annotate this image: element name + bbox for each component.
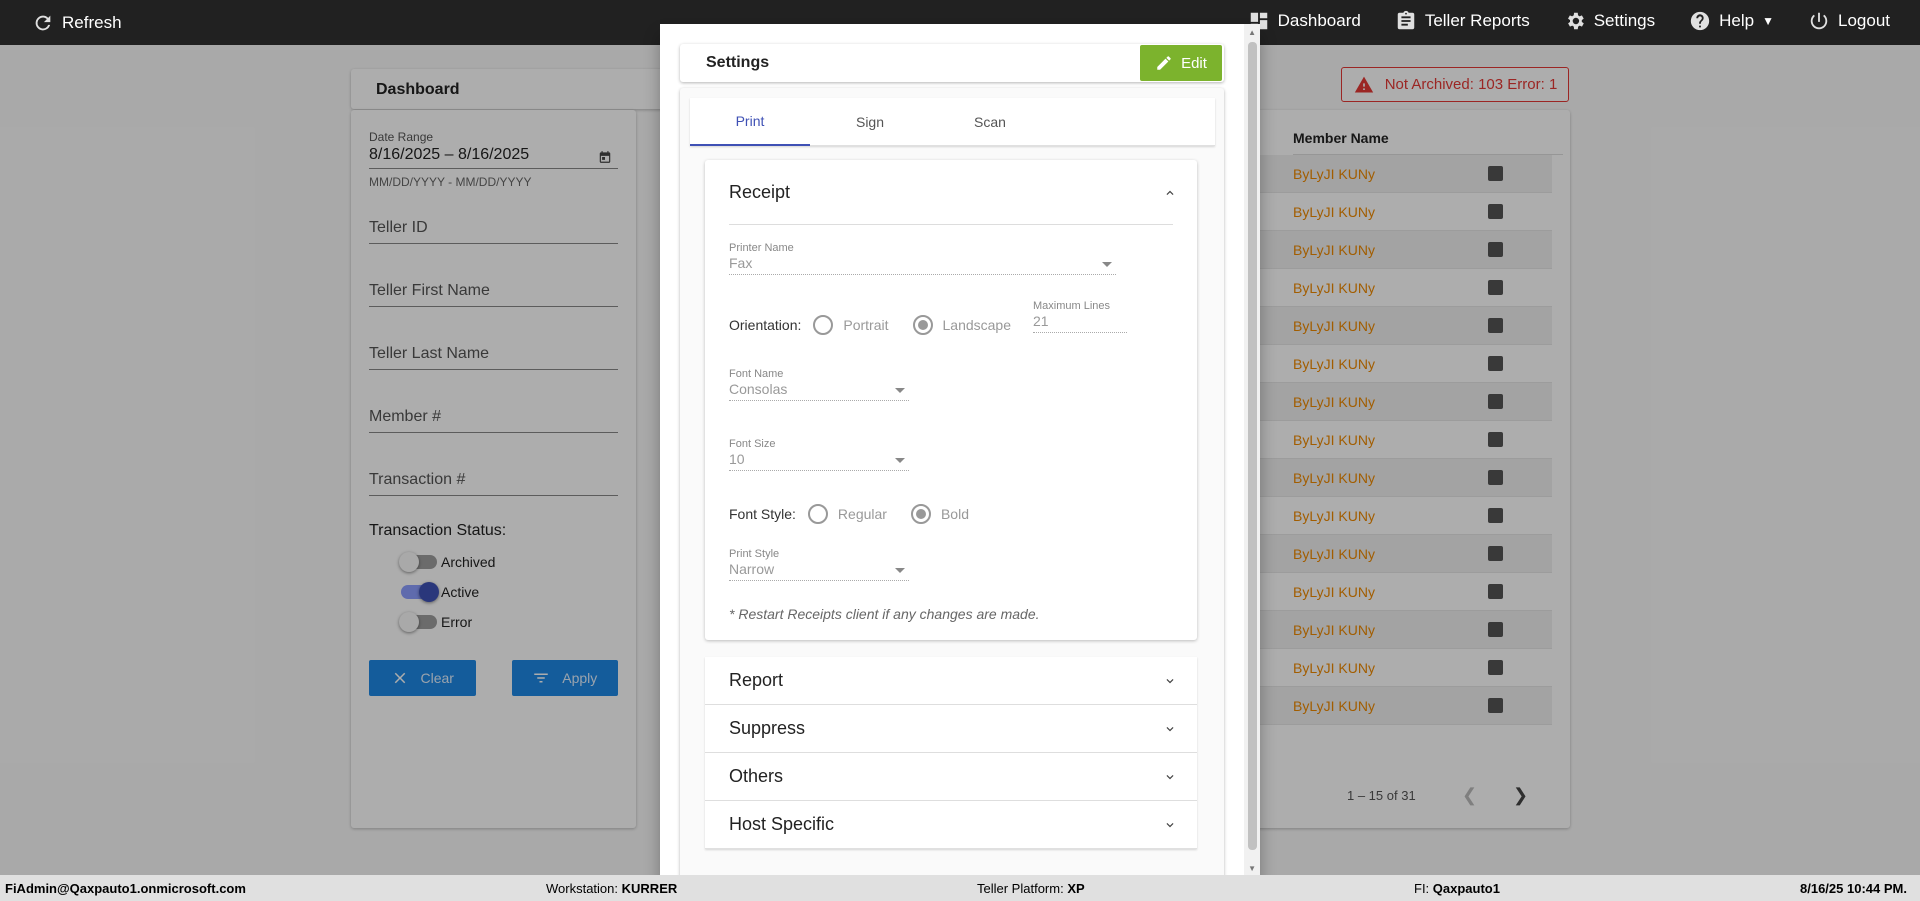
print-style-label: Print Style (729, 548, 780, 560)
maximum-lines-input[interactable]: Maximum Lines 21 (1033, 300, 1127, 333)
tab-print[interactable]: Print (690, 98, 810, 146)
edit-label: Edit (1181, 54, 1207, 72)
section-title: Suppress (729, 718, 806, 738)
print-style-select[interactable]: Print Style Narrow (729, 548, 909, 581)
nav-help[interactable]: Help ▼ (1689, 10, 1774, 32)
platform-key: Teller Platform: (977, 881, 1064, 896)
fi-info: FI: Qaxpauto1 (1414, 881, 1500, 896)
font-style-label: Font Style: (729, 506, 796, 522)
chevron-down-icon: ▼ (1762, 14, 1774, 28)
nav-label: Dashboard (1277, 11, 1361, 30)
radio-regular[interactable] (807, 504, 828, 524)
chevron-down-icon (1163, 674, 1177, 688)
font-name-label: Font Name (729, 368, 784, 380)
regular-label: Regular (837, 506, 887, 522)
platform-value: XP (1067, 881, 1085, 896)
receipt-title[interactable]: Receipt (729, 182, 790, 203)
section-title: Host Specific (729, 814, 835, 834)
dialog-header: Settings Edit (680, 44, 1224, 82)
font-size-label: Font Size (729, 438, 776, 450)
dropdown-arrow-icon (895, 568, 905, 573)
dialog-body: Print Sign Scan Receipt Printer Name Fax… (680, 88, 1224, 877)
nav-label: Teller Reports (1424, 11, 1530, 30)
receipt-panel: Receipt Printer Name Fax Orientation: Po… (705, 160, 1197, 640)
radio-portrait[interactable] (813, 315, 834, 335)
workstation-key: Workstation: (546, 881, 619, 896)
chevron-up-icon[interactable] (1163, 186, 1177, 200)
orientation-label: Orientation: (729, 317, 802, 333)
chevron-down-icon (1163, 818, 1177, 832)
radio-bold[interactable] (910, 504, 931, 524)
portrait-label: Portrait (843, 317, 889, 333)
dropdown-arrow-icon (895, 388, 905, 393)
font-size-value: 10 (729, 451, 745, 467)
print-style-value: Narrow (729, 561, 775, 577)
status-bar: FiAdmin@Qaxpauto1.onmicrosoft.com Workst… (0, 875, 1920, 901)
settings-tabs: Print Sign Scan (690, 98, 1215, 146)
chevron-down-icon (1163, 770, 1177, 784)
tab-scan[interactable]: Scan (930, 98, 1050, 146)
section-title: Report (729, 670, 784, 690)
section-suppress[interactable]: Suppress (705, 705, 1197, 753)
clipboard-icon (1395, 10, 1417, 32)
section-title: Others (729, 766, 784, 786)
gear-icon (1564, 10, 1586, 32)
help-icon (1689, 10, 1711, 32)
main-nav: Dashboard Teller Reports Settings Help ▼… (1248, 10, 1890, 32)
nav-label: Help (1719, 11, 1755, 30)
bold-label: Bold (940, 506, 969, 522)
platform-info: Teller Platform: XP (977, 881, 1085, 896)
settings-dialog: Settings Edit Print Sign Scan Receipt Pr… (660, 24, 1260, 877)
scroll-down-icon[interactable]: ▼ (1248, 864, 1256, 873)
edit-button[interactable]: Edit (1140, 45, 1222, 81)
refresh-button[interactable]: Refresh (32, 12, 122, 34)
printer-name-select[interactable]: Printer Name Fax (729, 242, 1116, 275)
fi-key: FI: (1414, 881, 1430, 896)
landscape-label: Landscape (942, 317, 1012, 333)
user-account: FiAdmin@Qaxpauto1.onmicrosoft.com (5, 881, 246, 896)
section-host-specific[interactable]: Host Specific (705, 801, 1197, 849)
font-style-group: Font Style: Regular Bold (729, 504, 969, 524)
scrollbar-thumb[interactable] (1248, 42, 1257, 850)
font-size-select[interactable]: Font Size 10 (729, 438, 909, 471)
refresh-label: Refresh (62, 13, 122, 32)
printer-name-value: Fax (729, 255, 753, 271)
nav-logout[interactable]: Logout (1808, 10, 1890, 32)
maximum-lines-label: Maximum Lines (1033, 300, 1111, 312)
dropdown-arrow-icon (1102, 262, 1112, 267)
dialog-title: Settings (706, 54, 770, 71)
nav-settings[interactable]: Settings (1564, 10, 1655, 32)
tab-sign[interactable]: Sign (810, 98, 930, 146)
dialog-scrollbar[interactable]: ▲ ▼ (1244, 24, 1260, 877)
refresh-icon (32, 12, 54, 34)
printer-name-label: Printer Name (729, 242, 794, 254)
section-others[interactable]: Others (705, 753, 1197, 801)
nav-teller-reports[interactable]: Teller Reports (1395, 10, 1530, 32)
divider (729, 224, 1173, 225)
chevron-down-icon (1163, 722, 1177, 736)
font-name-select[interactable]: Font Name Consolas (729, 368, 909, 401)
nav-dashboard[interactable]: Dashboard (1248, 10, 1361, 32)
restart-note: * Restart Receipts client if any changes… (729, 606, 1040, 622)
orientation-group: Orientation: Portrait Landscape (729, 315, 1011, 335)
maximum-lines-value: 21 (1033, 313, 1049, 329)
workstation-info: Workstation: KURRER (546, 881, 677, 896)
workstation-value: KURRER (621, 881, 678, 896)
radio-landscape[interactable] (912, 315, 933, 335)
datetime: 8/16/25 10:44 PM. (1800, 881, 1907, 896)
font-name-value: Consolas (729, 381, 788, 397)
dropdown-arrow-icon (895, 458, 905, 463)
fi-value: Qaxpauto1 (1432, 881, 1500, 896)
nav-label: Settings (1593, 11, 1656, 30)
nav-label: Logout (1838, 11, 1890, 30)
section-report[interactable]: Report (705, 657, 1197, 705)
scroll-up-icon[interactable]: ▲ (1248, 28, 1256, 37)
pencil-icon (1157, 56, 1171, 70)
power-icon (1808, 10, 1830, 32)
